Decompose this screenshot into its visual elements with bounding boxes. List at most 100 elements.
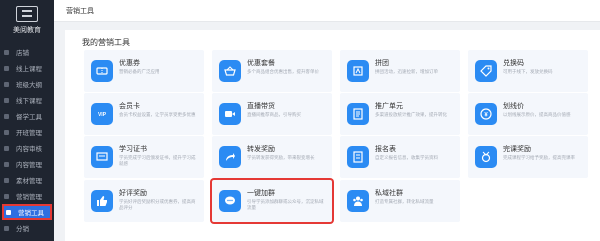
sidebar-nav: 店铺线上课程班级大纲线下课程督学工具开班管理内容审核内容管理素材管理营销管理营销… bbox=[0, 40, 54, 241]
tool-title: 报名表 bbox=[375, 146, 396, 153]
tool-title: 划线价 bbox=[503, 103, 524, 110]
sidebar-item[interactable]: 素材管理 bbox=[4, 172, 50, 188]
sidebar-item-label: 线下课程 bbox=[16, 98, 42, 105]
sidebar-item-label: 分销 bbox=[16, 226, 29, 233]
tool-description: 打造专属社群，转化私域流量 bbox=[375, 199, 434, 204]
section-title: 我的营销工具 bbox=[82, 38, 130, 47]
certificate-icon bbox=[91, 146, 113, 168]
tool-card[interactable]: 直播带货 直播间推荐商品，引导购买 bbox=[212, 93, 332, 135]
menu-bullet-icon bbox=[6, 209, 11, 215]
brand: 美阅教育 bbox=[0, 0, 54, 40]
tool-title: 优惠套餐 bbox=[247, 60, 275, 67]
brand-name: 美阅教育 bbox=[13, 26, 41, 34]
tool-card[interactable]: 学习证书学员完成学习后颁发证书，提升学习成就感 bbox=[84, 136, 204, 178]
tool-description: 会员卡权益设置，让学员享受更多优惠 bbox=[119, 112, 196, 117]
page-header: 营销工具 bbox=[54, 0, 600, 22]
menu-bullet-icon bbox=[4, 177, 9, 183]
tool-description: 多渠道投放统计推广效果，提升转化 bbox=[375, 112, 447, 117]
sidebar-item-label: 店铺 bbox=[16, 50, 29, 57]
menu-bullet-icon bbox=[4, 97, 9, 103]
sidebar-item[interactable]: 线下课程 bbox=[4, 92, 50, 108]
tool-card[interactable]: VIP 会员卡会员卡权益设置，让学员享受更多优惠 bbox=[84, 93, 204, 135]
sidebar-item-label: 内容管理 bbox=[16, 162, 42, 169]
svg-text:¥: ¥ bbox=[484, 113, 488, 119]
sidebar-item[interactable]: 内容管理 bbox=[4, 156, 50, 172]
tool-card[interactable]: 推广单元多渠道投放统计推广效果，提升转化 bbox=[340, 93, 460, 135]
sidebar-item[interactable]: 内容审核 bbox=[4, 140, 50, 156]
tool-description: 可用于线下，发放兑换码 bbox=[503, 69, 553, 74]
sidebar-item[interactable]: 开班管理 bbox=[4, 124, 50, 140]
tool-title: 拼团 bbox=[375, 60, 389, 67]
sidebar-item[interactable]: 督学工具 bbox=[4, 108, 50, 124]
tool-title: 会员卡 bbox=[119, 103, 140, 110]
sidebar-item-label: 班级大纲 bbox=[16, 82, 42, 89]
tool-card[interactable]: 拼团拼团活动，迅速拉新，增加订单 bbox=[340, 50, 460, 92]
share-icon bbox=[219, 146, 241, 168]
tool-description: 学员转发获得奖励，带来裂变增长 bbox=[247, 155, 315, 160]
tool-description: 引导学员添加群聊或公众号，沉淀私域流量 bbox=[247, 199, 324, 210]
sidebar: 美阅教育 店铺线上课程班级大纲线下课程督学工具开班管理内容审核内容管理素材管理营… bbox=[0, 0, 54, 241]
tool-card[interactable]: 报名表自定义报名信息，收集学员资料 bbox=[340, 136, 460, 178]
group-icon bbox=[347, 60, 369, 82]
tool-card[interactable]: 优惠券 营销必备的广泛应用 bbox=[84, 50, 204, 92]
doc-icon bbox=[347, 103, 369, 125]
tool-description: 拼团活动，迅速拉新，增加订单 bbox=[375, 69, 438, 74]
tool-title: 好评奖励 bbox=[119, 190, 147, 197]
tool-description: 营销必备的广泛应用 bbox=[119, 69, 160, 74]
tool-description: 完成课程学习给予奖励，提高完课率 bbox=[503, 155, 575, 160]
tool-title: 完课奖励 bbox=[503, 146, 531, 153]
yen-icon: ¥ bbox=[475, 103, 497, 125]
tool-title: 转发奖励 bbox=[247, 146, 275, 153]
tool-card[interactable]: 转发奖励学员转发获得奖励，带来裂变增长 bbox=[212, 136, 332, 178]
menu-bullet-icon bbox=[4, 225, 9, 231]
tool-title: 推广单元 bbox=[375, 103, 403, 110]
vip-icon: VIP bbox=[91, 103, 113, 125]
tool-description: 学员完成学习后颁发证书，提升学习成就感 bbox=[119, 155, 196, 166]
tag-icon bbox=[475, 60, 497, 82]
sidebar-item[interactable]: 线上课程 bbox=[4, 60, 50, 76]
page-title: 营销工具 bbox=[66, 7, 94, 15]
ticket-icon bbox=[91, 60, 113, 82]
form-icon bbox=[347, 146, 369, 168]
tool-card[interactable]: 一键加群引导学员添加群聊或公众号，沉淀私域流量 bbox=[212, 180, 332, 222]
menu-bullet-icon bbox=[4, 145, 9, 151]
menu-bullet-icon bbox=[4, 193, 9, 199]
medal-icon bbox=[475, 146, 497, 168]
sidebar-item-label: 线上课程 bbox=[16, 66, 42, 73]
tool-card[interactable]: 私域社群 打造专属社群，转化私域流量 bbox=[340, 180, 460, 222]
sidebar-item[interactable]: 店铺 bbox=[4, 44, 50, 60]
sidebar-item[interactable]: 营销管理 bbox=[4, 188, 50, 204]
sidebar-item[interactable]: 交易管理 bbox=[4, 236, 50, 241]
tool-title: 一键加群 bbox=[247, 190, 275, 197]
tool-description: 多个商品组合优惠出售，提升客单价 bbox=[247, 69, 319, 74]
sidebar-item[interactable]: 班级大纲 bbox=[4, 76, 50, 92]
chat-icon bbox=[219, 190, 241, 212]
tool-card[interactable]: ¥ 划线价以划线展示原价，提高商品价值感 bbox=[468, 93, 588, 135]
basket-icon bbox=[219, 60, 241, 82]
sidebar-item[interactable]: 分销 bbox=[4, 220, 50, 236]
menu-bullet-icon bbox=[4, 49, 9, 55]
menu-bullet-icon bbox=[4, 65, 9, 71]
tool-title: 直播带货 bbox=[247, 103, 275, 110]
tool-card[interactable]: 兑换码可用于线下，发放兑换码 bbox=[468, 50, 588, 92]
sidebar-item-label: 督学工具 bbox=[16, 114, 42, 121]
sidebar-item-label: 开班管理 bbox=[16, 130, 42, 137]
tool-description: 学员好评后奖励积分或优惠券，提高商品评分 bbox=[119, 199, 196, 210]
sidebar-item-label: 内容审核 bbox=[16, 146, 42, 153]
tool-title: 兑换码 bbox=[503, 60, 524, 67]
menu-bullet-icon bbox=[4, 129, 9, 135]
tool-card[interactable]: 好评奖励学员好评后奖励积分或优惠券，提高商品评分 bbox=[84, 180, 204, 222]
tool-description: 自定义报名信息，收集学员资料 bbox=[375, 155, 438, 160]
thumb-icon bbox=[91, 190, 113, 212]
tool-title: 学习证书 bbox=[119, 146, 147, 153]
menu-bullet-icon bbox=[4, 113, 9, 119]
sidebar-item-label: 营销管理 bbox=[16, 194, 42, 201]
menu-bullet-icon bbox=[4, 81, 9, 87]
community-icon bbox=[347, 190, 369, 212]
tool-card[interactable]: 优惠套餐多个商品组合优惠出售，提升客单价 bbox=[212, 50, 332, 92]
menu-bullet-icon bbox=[4, 161, 9, 167]
sidebar-item[interactable]: 营销工具 bbox=[2, 204, 52, 220]
tool-card[interactable]: 完课奖励完成课程学习给予奖励，提高完课率 bbox=[468, 136, 588, 178]
brand-logo-icon bbox=[16, 5, 38, 22]
tool-description: 以划线展示原价，提高商品价值感 bbox=[503, 112, 571, 117]
